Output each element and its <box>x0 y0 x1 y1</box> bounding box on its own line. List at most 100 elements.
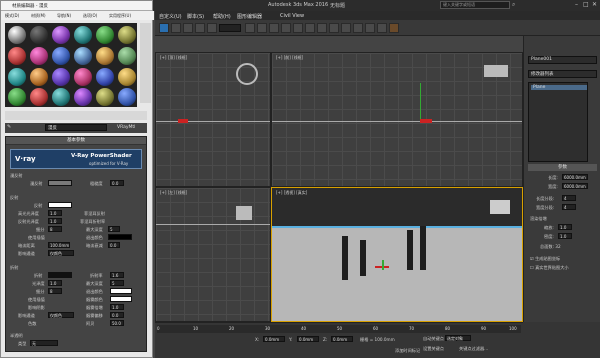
dim-falloff-field[interactable]: 0.0 <box>108 242 120 248</box>
render-frame-icon[interactable] <box>377 23 387 33</box>
length-segs-field[interactable]: 4 <box>562 195 576 201</box>
refr-exit-color-swatch[interactable] <box>110 288 132 294</box>
sample-sphere[interactable] <box>96 68 114 86</box>
dispersion-checkbox[interactable]: 色散 <box>28 321 36 327</box>
sample-sphere[interactable] <box>30 26 48 44</box>
sample-side-toolbar[interactable] <box>140 23 151 103</box>
width-field[interactable]: 6000.0mm <box>562 183 588 189</box>
sample-sphere[interactable] <box>74 47 92 65</box>
sample-sphere[interactable] <box>52 47 70 65</box>
ior-field[interactable]: 1.6 <box>110 272 124 278</box>
eyedropper-icon[interactable]: ✎ <box>7 124 11 130</box>
sample-sphere[interactable] <box>96 26 114 44</box>
params-rollout-header[interactable]: 参数 <box>528 164 597 171</box>
menu-mode[interactable]: 模式(D) <box>5 13 19 19</box>
real-world-checkbox[interactable]: ☐ 真实世界贴图大小 <box>530 265 569 271</box>
menu-material[interactable]: 材质(M) <box>31 13 46 19</box>
move-icon[interactable] <box>183 23 193 33</box>
add-time-tag[interactable]: 添加时间标记 <box>395 348 420 354</box>
density-field[interactable]: 1.0 <box>558 233 572 239</box>
sample-sphere[interactable] <box>8 47 26 65</box>
selection-set-dropdown[interactable]: 选定对象 <box>445 335 471 341</box>
material-sample-slots[interactable] <box>5 23 137 107</box>
menu-navigate[interactable]: 导航(N) <box>57 13 71 19</box>
sample-sphere[interactable] <box>52 26 70 44</box>
refr-subdivs-field[interactable]: 8 <box>48 288 62 294</box>
sample-sphere[interactable] <box>118 68 136 86</box>
reflect-swatch[interactable] <box>48 202 72 208</box>
material-name-field[interactable]: 漫反 <box>45 124 107 131</box>
scale-icon[interactable] <box>207 23 217 33</box>
menu-options[interactable]: 选项(O) <box>83 13 97 19</box>
minimize-icon[interactable]: – <box>575 1 578 8</box>
length-field[interactable]: 6000.0mm <box>562 174 588 180</box>
hilight-gloss-field[interactable]: 1.0 <box>48 210 62 216</box>
modifier-list-dropdown[interactable]: 修改器列表 <box>528 70 597 78</box>
dim-distance-checkbox[interactable]: 暗淡距离 <box>18 243 35 249</box>
sample-sphere[interactable] <box>96 88 114 106</box>
viewcube-icon[interactable] <box>236 63 258 85</box>
dim-distance-field[interactable]: 100.0mm <box>48 242 70 248</box>
width-segs-field[interactable]: 4 <box>562 204 576 210</box>
fresnel-checkbox[interactable]: 菲涅耳反射 <box>84 211 105 217</box>
menu-graph-editor[interactable]: 图形编辑器 <box>237 13 262 20</box>
viewcube-icon[interactable] <box>236 206 252 220</box>
refr-use-interp-checkbox[interactable]: 使用插值 <box>28 297 45 303</box>
sample-sphere[interactable] <box>118 47 136 65</box>
z-coord-field[interactable]: 0.0mm <box>331 336 353 342</box>
viewport-front[interactable]: [+] [前] [线框] <box>271 52 523 187</box>
stack-item[interactable]: Plane <box>531 85 587 90</box>
x-coord-field[interactable]: 0.0mm <box>263 336 285 342</box>
viewport-left[interactable]: [+] [左] [线框] <box>155 187 271 322</box>
pivot-icon[interactable] <box>245 23 255 33</box>
curve-editor-icon[interactable] <box>329 23 339 33</box>
schematic-icon[interactable] <box>341 23 351 33</box>
roughness-field[interactable]: 0.0 <box>110 180 124 186</box>
sample-sphere[interactable] <box>52 88 70 106</box>
gen-uv-checkbox[interactable]: ☑ 生成贴图坐标 <box>530 256 560 262</box>
menu-script[interactable]: 脚本(S) <box>187 13 204 20</box>
close-icon[interactable]: ✕ <box>592 1 597 8</box>
render-icon[interactable] <box>389 23 399 33</box>
snap-icon[interactable] <box>257 23 267 33</box>
search-input[interactable]: 键入关键字或短语 <box>440 1 510 9</box>
material-type-button[interactable]: VRayMtl <box>117 125 135 130</box>
fog-mult-field[interactable]: 1.0 <box>110 304 124 310</box>
key-filter-button[interactable]: 关键点过滤器... <box>459 346 488 352</box>
sample-sphere[interactable] <box>96 47 114 65</box>
gloss-field[interactable]: 1.0 <box>48 280 62 286</box>
coord-system-dropdown[interactable] <box>219 24 241 32</box>
select-region-icon[interactable] <box>171 23 181 33</box>
sample-sphere[interactable] <box>30 88 48 106</box>
affect-shadows-checkbox[interactable]: 影响阴影 <box>28 305 45 311</box>
sample-sphere[interactable] <box>30 47 48 65</box>
search-icon[interactable]: ⌕ <box>512 1 515 9</box>
viewport-perspective[interactable]: [+] [透视] [真实] <box>271 187 523 322</box>
viewport-top[interactable]: [+] [顶] [线框] <box>155 52 271 187</box>
material-toolbar[interactable] <box>5 111 147 120</box>
material-editor-icon[interactable] <box>353 23 363 33</box>
rotate-icon[interactable] <box>195 23 205 33</box>
select-icon[interactable] <box>159 23 169 33</box>
set-key-button[interactable]: 设置关键点 <box>423 346 444 352</box>
auto-key-button[interactable]: 自动关键点 <box>423 336 444 342</box>
sample-sphere[interactable] <box>52 68 70 86</box>
align-icon[interactable] <box>305 23 315 33</box>
angle-snap-icon[interactable] <box>269 23 279 33</box>
fog-color-swatch[interactable] <box>110 296 132 302</box>
fog-bias-field[interactable]: 0.0 <box>110 312 124 318</box>
sample-sphere[interactable] <box>118 88 136 106</box>
abbe-field[interactable]: 50.0 <box>110 320 124 326</box>
layer-icon[interactable] <box>317 23 327 33</box>
translucency-type-dropdown[interactable]: 无 <box>30 340 58 346</box>
sample-sphere[interactable] <box>8 26 26 44</box>
y-coord-field[interactable]: 0.0mm <box>297 336 319 342</box>
sample-sphere[interactable] <box>74 88 92 106</box>
maximize-icon[interactable]: □ <box>583 1 589 8</box>
refract-swatch[interactable] <box>48 272 72 278</box>
scale-field[interactable]: 1.0 <box>558 224 572 230</box>
render-setup-icon[interactable] <box>365 23 375 33</box>
menu-customize[interactable]: 自定义(U) <box>159 13 182 20</box>
sample-sphere[interactable] <box>118 26 136 44</box>
affect-channels-dropdown[interactable]: 仅颜色 <box>48 250 74 256</box>
